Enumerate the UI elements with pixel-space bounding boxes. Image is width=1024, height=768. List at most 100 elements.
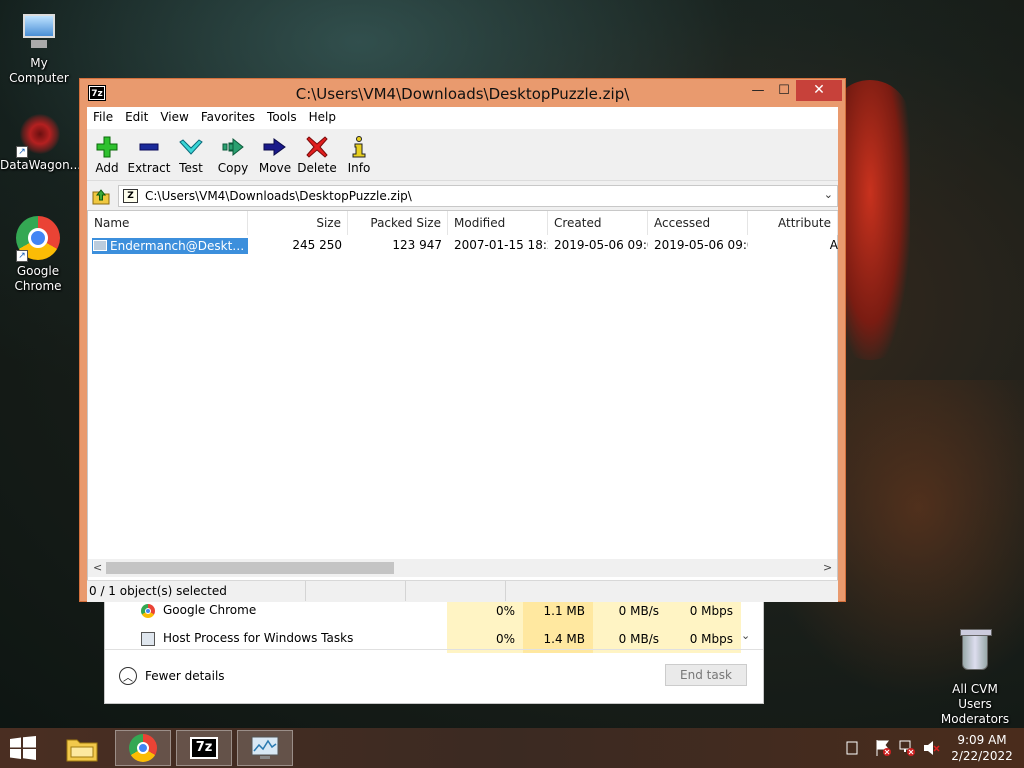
title-bar[interactable]: 7z C:\Users\VM4\Downloads\DesktopPuzzle.… xyxy=(80,79,845,107)
start-button[interactable] xyxy=(8,736,38,760)
show-desktop-icon[interactable] xyxy=(846,738,858,758)
task-manager-footer: ︿ Fewer details End task xyxy=(105,649,763,703)
minus-icon xyxy=(137,135,161,159)
status-bar: 0 / 1 object(s) selected xyxy=(87,580,838,602)
network-icon[interactable] xyxy=(898,738,916,758)
scroll-left-icon[interactable]: < xyxy=(93,561,102,574)
column-name[interactable]: Name xyxy=(88,211,248,235)
column-accessed[interactable]: Accessed xyxy=(648,211,748,235)
desktop-icon-label: DataWagon... xyxy=(0,158,82,172)
info-button[interactable]: Info xyxy=(337,133,381,179)
file-created: 2019-05-06 09:01 xyxy=(554,238,648,252)
desktop-icon-label: Google Chrome xyxy=(14,264,62,293)
move-label: Move xyxy=(258,161,292,175)
move-arrow-icon xyxy=(263,135,287,159)
7zip-window: 7z C:\Users\VM4\Downloads\DesktopPuzzle.… xyxy=(79,78,846,602)
window-title: C:\Users\VM4\Downloads\DesktopPuzzle.zip… xyxy=(295,85,630,103)
fewer-details-button[interactable]: ︿ Fewer details xyxy=(119,664,225,688)
minimize-button[interactable]: — xyxy=(744,80,772,101)
address-path: C:\Users\VM4\Downloads\DesktopPuzzle.zip… xyxy=(145,189,412,203)
check-chevron-icon xyxy=(179,135,203,159)
archive-icon: Z xyxy=(123,189,138,203)
column-size[interactable]: Size xyxy=(248,211,348,235)
menu-view[interactable]: View xyxy=(154,107,194,129)
taskbar-task-manager[interactable] xyxy=(237,730,293,766)
address-bar[interactable]: Z C:\Users\VM4\Downloads\DesktopPuzzle.z… xyxy=(118,185,838,207)
folder-up-icon xyxy=(92,189,110,205)
desktop-icon-my-computer[interactable]: My Computer xyxy=(1,10,77,86)
clock-time: 9:09 AM xyxy=(957,733,1007,747)
scroll-right-icon[interactable]: > xyxy=(823,561,832,574)
taskbar: 7z 9:09 AM 2/22/2022 xyxy=(0,728,1024,768)
folder-icon xyxy=(66,739,98,762)
delete-button[interactable]: Delete xyxy=(295,133,339,179)
info-label: Info xyxy=(347,161,371,175)
address-row: Z C:\Users\VM4\Downloads\DesktopPuzzle.z… xyxy=(87,182,838,210)
column-created[interactable]: Created xyxy=(548,211,648,235)
status-cell xyxy=(306,581,406,601)
desktop-icon-datawagon[interactable]: ↗ DataWagon... xyxy=(0,112,82,173)
file-size: 245 250 xyxy=(292,238,342,252)
shortcut-arrow-icon: ↗ xyxy=(16,250,28,262)
status-cell xyxy=(506,581,838,601)
computer-icon xyxy=(17,10,61,54)
add-button[interactable]: Add xyxy=(85,133,129,179)
menu-tools[interactable]: Tools xyxy=(261,107,303,129)
menu-file[interactable]: File xyxy=(87,107,119,129)
windows-logo-icon xyxy=(10,736,36,760)
host-process-icon xyxy=(141,632,155,646)
window-client: File Edit View Favorites Tools Help Add … xyxy=(87,107,838,602)
column-packed-size[interactable]: Packed Size xyxy=(348,211,448,235)
action-center-flag-icon[interactable] xyxy=(874,738,892,758)
copy-arrow-icon xyxy=(221,135,245,159)
datawagon-icon: ↗ xyxy=(16,112,60,158)
taskbar-file-explorer[interactable] xyxy=(54,730,110,766)
column-modified[interactable]: Modified xyxy=(448,211,548,235)
process-name: Host Process for Windows Tasks xyxy=(163,631,354,645)
column-attributes[interactable]: Attribute xyxy=(748,211,838,235)
menu-edit[interactable]: Edit xyxy=(119,107,154,129)
delete-x-icon xyxy=(305,135,329,159)
taskbar-7zip[interactable]: 7z xyxy=(176,730,232,766)
7zip-app-icon: 7z xyxy=(190,737,218,759)
task-manager-icon xyxy=(251,736,279,759)
shortcut-arrow-icon: ↗ xyxy=(16,146,28,158)
end-task-button[interactable]: End task xyxy=(665,664,747,686)
plus-icon xyxy=(95,135,119,159)
test-label: Test xyxy=(179,161,203,175)
test-button[interactable]: Test xyxy=(169,133,213,179)
folder-up-button[interactable] xyxy=(91,186,111,206)
copy-button[interactable]: Copy xyxy=(211,133,255,179)
maximize-button[interactable]: ☐ xyxy=(770,80,798,101)
add-label: Add xyxy=(95,161,119,175)
file-list: Name Size Packed Size Modified Created A… xyxy=(87,210,838,582)
system-clock[interactable]: 9:09 AM 2/22/2022 xyxy=(944,732,1020,764)
info-icon xyxy=(347,135,371,159)
menu-help[interactable]: Help xyxy=(303,107,342,129)
close-button[interactable]: ✕ xyxy=(796,80,842,101)
file-icon xyxy=(93,240,107,251)
chrome-icon xyxy=(129,734,157,762)
volume-muted-icon[interactable] xyxy=(922,738,940,758)
menu-favorites[interactable]: Favorites xyxy=(195,107,261,129)
clock-date: 2/22/2022 xyxy=(951,749,1013,763)
desktop-icon-google-chrome[interactable]: ↗ Google Chrome xyxy=(0,216,76,294)
chevron-down-icon[interactable]: ⌄ xyxy=(824,188,833,201)
chrome-icon: ↗ xyxy=(16,216,60,262)
horizontal-scrollbar[interactable]: < > xyxy=(88,559,837,577)
toolbar: Add Extract Test Copy Move Delete Info xyxy=(87,129,838,181)
status-cell xyxy=(406,581,506,601)
scroll-thumb[interactable] xyxy=(106,562,394,574)
desktop-icon-label: My Computer xyxy=(9,56,69,85)
recycle-bin-icon xyxy=(950,629,1000,674)
delete-label: Delete xyxy=(297,161,337,175)
scroll-down-icon[interactable]: ⌄ xyxy=(741,629,750,642)
file-packed-size: 123 947 xyxy=(392,238,442,252)
desktop-icon-recycle-bin[interactable]: All CVM Users Moderators ... xyxy=(934,629,1016,742)
file-modified: 2007-01-15 18:21 xyxy=(454,238,548,252)
file-name: Endermanch@Desktop... xyxy=(110,239,248,253)
move-button[interactable]: Move xyxy=(253,133,297,179)
extract-button[interactable]: Extract xyxy=(127,133,171,179)
status-selected: 0 / 1 object(s) selected xyxy=(87,581,306,601)
taskbar-google-chrome[interactable] xyxy=(115,730,171,766)
